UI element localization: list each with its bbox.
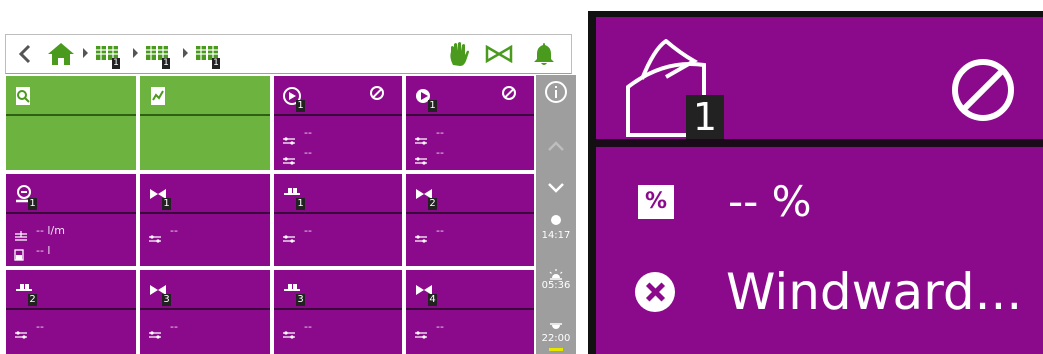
- setting-icon: [282, 130, 296, 145]
- tile-value: --: [304, 320, 312, 333]
- scroll-down-icon[interactable]: [547, 179, 565, 198]
- blocked-icon: [502, 86, 516, 100]
- vent-tile-1[interactable]: 1 -- --: [274, 76, 402, 170]
- pump-tile-3[interactable]: 3 --: [274, 270, 402, 354]
- status-text: Windward...: [726, 263, 1023, 321]
- pump-tile-1[interactable]: 1 --: [274, 174, 402, 266]
- tile-number: 1: [28, 198, 37, 210]
- breadcrumb-badge: 1: [212, 58, 220, 69]
- tile-value: --: [436, 320, 444, 333]
- tile-number: 1: [162, 198, 171, 210]
- pump-tile-2[interactable]: 2 --: [6, 270, 136, 354]
- blocked-icon: [370, 86, 384, 100]
- sidebar-indicator: [549, 348, 563, 351]
- tile-value: --: [436, 146, 444, 159]
- flow-rate-value: -- l/m: [36, 224, 65, 237]
- setting-icon: [414, 324, 428, 339]
- tile-number: 4: [428, 294, 437, 306]
- tile-number: 3: [162, 294, 171, 306]
- chart-doc-icon: [148, 86, 168, 106]
- setting-icon: [282, 324, 296, 339]
- tile-value: --: [36, 320, 44, 333]
- flow-rate-icon: [14, 226, 28, 241]
- percent-badge: %: [638, 185, 674, 219]
- tile-value: --: [304, 146, 312, 159]
- breadcrumb-separator: [183, 48, 188, 58]
- blocked-icon: [952, 59, 1014, 121]
- back-chevron-icon[interactable]: [16, 41, 34, 67]
- tile-value: --: [436, 224, 444, 237]
- setting-icon: [148, 228, 162, 243]
- setting-icon: [414, 150, 428, 165]
- breadcrumb-badge: 1: [112, 58, 120, 69]
- scroll-up-icon[interactable]: [547, 137, 565, 156]
- clock-icon: [551, 215, 561, 225]
- flow-meter-tile-1[interactable]: 1 -- l/m -- l: [6, 174, 136, 266]
- tile-number: 3: [296, 294, 305, 306]
- tile-value: --: [304, 126, 312, 139]
- valve-tile-2[interactable]: 2 --: [406, 174, 534, 266]
- hand-icon[interactable]: [446, 41, 472, 67]
- info-icon[interactable]: [545, 81, 567, 103]
- tile-value: --: [304, 224, 312, 237]
- setting-icon: [414, 130, 428, 145]
- tile-value: --: [170, 320, 178, 333]
- breadcrumb-separator: [133, 48, 138, 58]
- setting-icon: [14, 324, 28, 339]
- tile-value: --: [436, 126, 444, 139]
- home-icon[interactable]: [46, 41, 76, 67]
- sunset-time: 22:00: [541, 333, 571, 344]
- search-doc-icon: [14, 86, 34, 106]
- search-tile[interactable]: [6, 76, 136, 170]
- setting-icon: [282, 228, 296, 243]
- breadcrumb-separator: [83, 48, 88, 58]
- valve-tile-4[interactable]: 4 --: [406, 270, 534, 354]
- valve-tile-3[interactable]: 3 --: [140, 270, 270, 354]
- valve-icon[interactable]: [484, 41, 514, 67]
- status-x-icon: [635, 272, 675, 312]
- current-time: 14:17: [541, 230, 571, 241]
- tile-number: 1: [296, 100, 305, 112]
- tile-number: 1: [686, 95, 724, 139]
- zone-icon[interactable]: 1: [192, 41, 222, 69]
- bell-icon[interactable]: [531, 41, 557, 67]
- volume-icon: [14, 246, 24, 261]
- zone-icon[interactable]: 1: [92, 41, 122, 69]
- right-sidebar: 14:17 05:36 22:00: [536, 75, 576, 354]
- zone-icon[interactable]: 1: [142, 41, 172, 69]
- breadcrumb-badge: 1: [162, 58, 170, 69]
- volume-value: -- l: [36, 244, 51, 257]
- tile-number: 1: [428, 100, 437, 112]
- tile-value: --: [170, 224, 178, 237]
- setting-icon: [148, 324, 162, 339]
- tile-number: 2: [428, 198, 437, 210]
- tile-number: 2: [28, 294, 37, 306]
- opening-value: -- %: [728, 177, 812, 226]
- zoomed-tile-view: 1 % -- % Windward...: [588, 11, 1043, 354]
- tile-number: 1: [296, 198, 305, 210]
- vent-tile-zoom[interactable]: 1 % -- % Windward...: [596, 17, 1043, 354]
- sunrise-time: 05:36: [541, 280, 571, 291]
- setting-icon: [414, 228, 428, 243]
- report-tile[interactable]: [140, 76, 270, 170]
- controller-screen: 1 1 1 1 -- -- 1 -- -- 1 -- l/m -- l 1 --…: [0, 22, 582, 354]
- valve-tile-1[interactable]: 1 --: [140, 174, 270, 266]
- top-navigation-bar: 1 1 1: [5, 34, 572, 74]
- setting-icon: [282, 150, 296, 165]
- divider: [596, 139, 1043, 147]
- vent-tile-2[interactable]: 1 -- --: [406, 76, 534, 170]
- device-tile-grid: 1 -- -- 1 -- -- 1 -- l/m -- l 1 -- 1 -- …: [5, 75, 535, 354]
